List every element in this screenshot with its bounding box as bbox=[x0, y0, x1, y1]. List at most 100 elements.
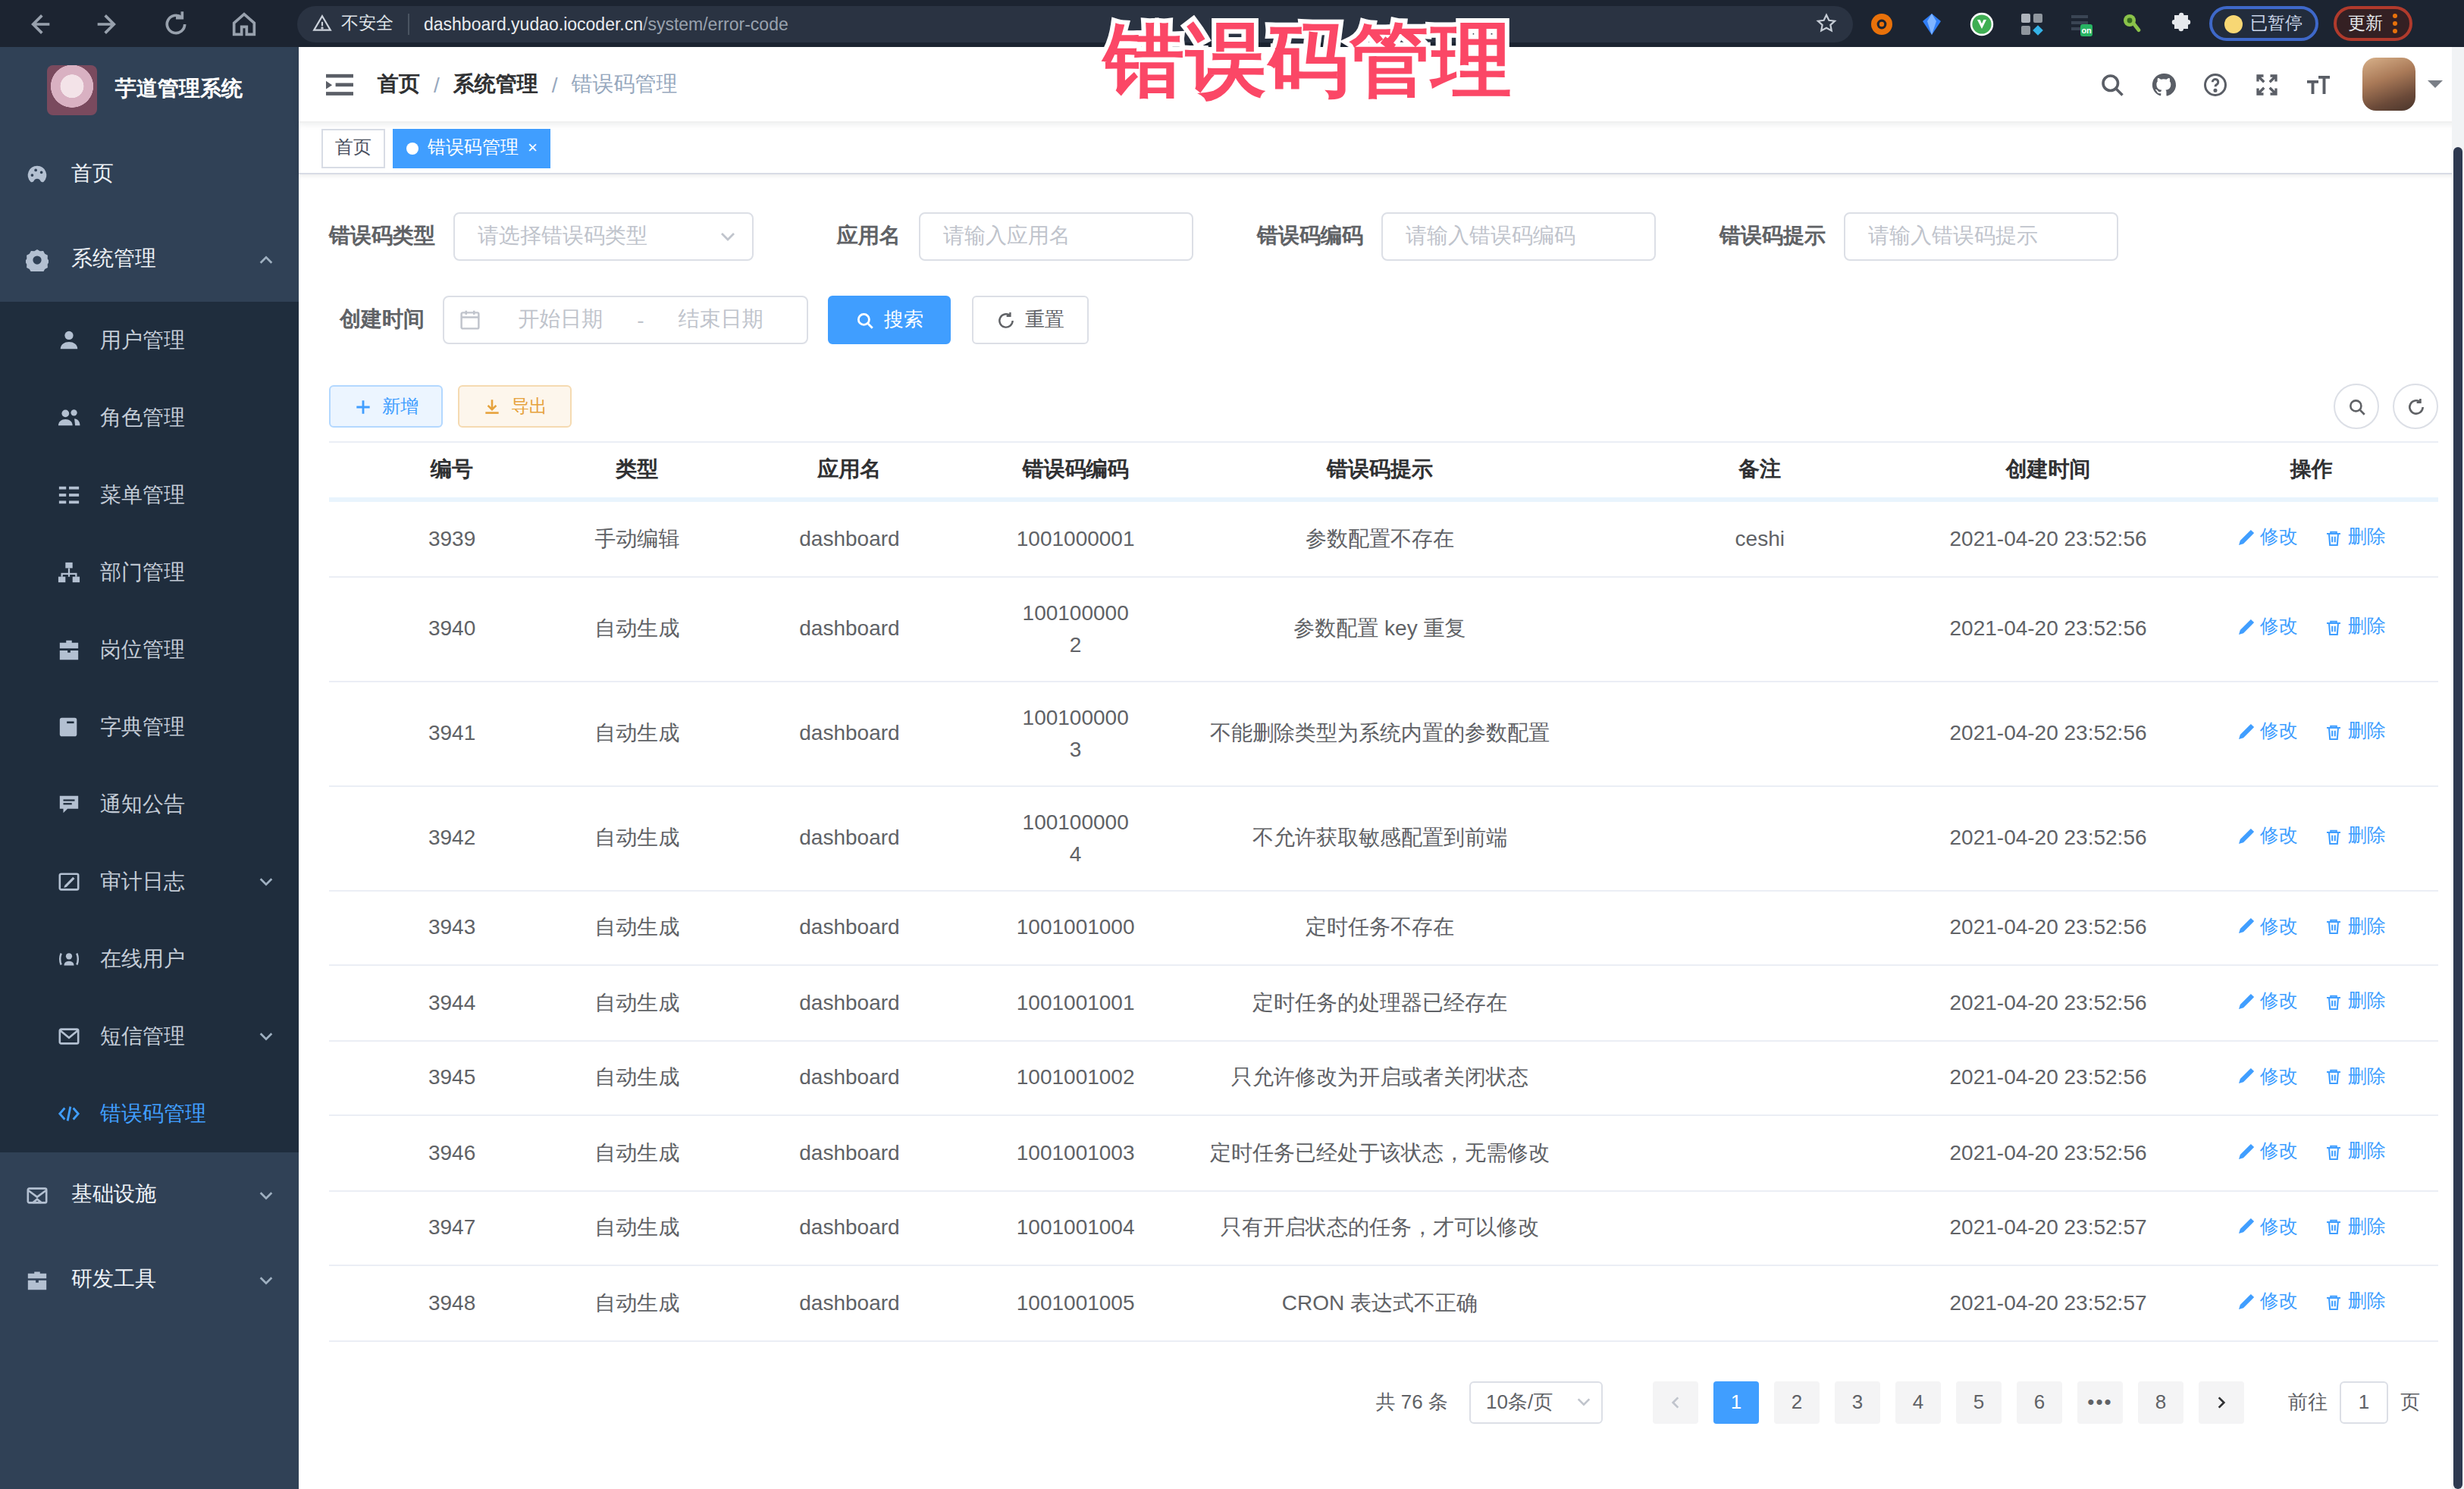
pagination-page-1[interactable]: 1 bbox=[1713, 1381, 1759, 1423]
sidebar-item-13[interactable]: 基础设施 bbox=[0, 1152, 299, 1237]
delete-link[interactable]: 删除 bbox=[2325, 821, 2386, 853]
delete-link[interactable]: 删除 bbox=[2325, 1211, 2386, 1243]
sidebar-item-12[interactable]: 错误码管理 bbox=[0, 1075, 299, 1152]
page-size-select[interactable]: 10条/页 bbox=[1469, 1381, 1603, 1423]
extension-grid-icon[interactable] bbox=[2020, 11, 2044, 36]
export-button[interactable]: 导出 bbox=[458, 385, 572, 428]
filter-type-label: 错误码类型 bbox=[329, 223, 453, 250]
delete-link[interactable]: 删除 bbox=[2325, 986, 2386, 1017]
reset-button[interactable]: 重置 bbox=[972, 296, 1089, 344]
filter-type-select[interactable]: 请选择错误码类型 bbox=[453, 212, 754, 261]
tag-home[interactable]: 首页 bbox=[321, 128, 385, 168]
edit-link[interactable]: 修改 bbox=[2237, 1211, 2298, 1243]
pagination-next[interactable] bbox=[2199, 1381, 2244, 1423]
delete-link[interactable]: 删除 bbox=[2325, 1286, 2386, 1318]
sidebar-item-11[interactable]: 短信管理 bbox=[0, 998, 299, 1075]
refresh-button[interactable] bbox=[2393, 384, 2438, 429]
scrollbar-thumb[interactable] bbox=[2453, 147, 2462, 1489]
tag-close-icon[interactable]: × bbox=[528, 139, 538, 156]
cell-type: 自动生成 bbox=[575, 1190, 699, 1265]
cell-app: dashboard bbox=[699, 576, 999, 681]
breadcrumb-home[interactable]: 首页 bbox=[378, 71, 420, 98]
extension-gem-icon[interactable] bbox=[1920, 11, 1944, 36]
pagination-page-2[interactable]: 2 bbox=[1774, 1381, 1820, 1423]
sidebar-item-3[interactable]: 角色管理 bbox=[0, 379, 299, 456]
filter-date-range[interactable]: 开始日期 - 结束日期 bbox=[443, 296, 808, 344]
extension-green-key-icon[interactable] bbox=[2120, 11, 2144, 36]
sidebar-item-14[interactable]: 研发工具 bbox=[0, 1237, 299, 1322]
sidebar-item-8[interactable]: 通知公告 bbox=[0, 766, 299, 843]
extension-orange-icon[interactable] bbox=[1870, 11, 1894, 36]
edit-link[interactable]: 修改 bbox=[2237, 1136, 2298, 1168]
sidebar-item-6[interactable]: 岗位管理 bbox=[0, 611, 299, 688]
pagination-page-4[interactable]: 4 bbox=[1895, 1381, 1941, 1423]
delete-link[interactable]: 删除 bbox=[2325, 522, 2386, 553]
header-search-icon[interactable] bbox=[2099, 71, 2126, 98]
sidebar-item-9[interactable]: 审计日志 bbox=[0, 843, 299, 920]
sidebar-item-1[interactable]: 系统管理 bbox=[0, 217, 299, 302]
sidebar-item-2[interactable]: 用户管理 bbox=[0, 302, 299, 379]
pagination-page-8[interactable]: 8 bbox=[2138, 1381, 2183, 1423]
browser-update-button[interactable]: 更新 bbox=[2333, 6, 2412, 41]
cell-actions: 修改删除 bbox=[2185, 500, 2438, 576]
sidebar-item-4[interactable]: 菜单管理 bbox=[0, 456, 299, 534]
cell-remark bbox=[1608, 1265, 1911, 1340]
sms-icon bbox=[58, 1025, 80, 1048]
edit-link[interactable]: 修改 bbox=[2237, 612, 2298, 644]
search-button[interactable]: 搜索 bbox=[828, 296, 951, 344]
edit-link[interactable]: 修改 bbox=[2237, 986, 2298, 1017]
user-avatar[interactable] bbox=[2362, 58, 2415, 111]
help-icon[interactable] bbox=[2202, 71, 2229, 98]
sidebar-item-10[interactable]: 在线用户 bbox=[0, 920, 299, 998]
sidebar-item-0[interactable]: 首页 bbox=[0, 132, 299, 217]
edit-link[interactable]: 修改 bbox=[2237, 716, 2298, 748]
pagination-prev[interactable] bbox=[1653, 1381, 1698, 1423]
bookmark-star-icon[interactable] bbox=[1815, 12, 1838, 35]
delete-link[interactable]: 删除 bbox=[2325, 1136, 2386, 1168]
extension-list-on-icon[interactable]: on bbox=[2070, 11, 2094, 36]
add-button[interactable]: 新增 bbox=[329, 385, 443, 428]
sidebar-logo[interactable]: 芋道管理系统 bbox=[0, 47, 299, 132]
page-scrollbar[interactable] bbox=[2452, 47, 2464, 1489]
browser-back-icon[interactable] bbox=[24, 8, 55, 39]
pagination-page-5[interactable]: 5 bbox=[1956, 1381, 2002, 1423]
show-search-button[interactable] bbox=[2334, 384, 2379, 429]
sidebar-item-7[interactable]: 字典管理 bbox=[0, 688, 299, 766]
edit-link[interactable]: 修改 bbox=[2237, 1061, 2298, 1092]
url-domain: dashboard.yudao.iocoder.cn bbox=[424, 14, 643, 33]
filter-code-label: 错误码编码 bbox=[1257, 223, 1381, 250]
screenshot-root: 不安全 dashboard.yudao.iocoder.cn /system/e… bbox=[0, 0, 2464, 1489]
fullscreen-icon[interactable] bbox=[2253, 71, 2281, 98]
browser-home-icon[interactable] bbox=[229, 8, 259, 39]
sidebar-item-5[interactable]: 部门管理 bbox=[0, 534, 299, 611]
filter-msg-input[interactable]: 请输入错误码提示 bbox=[1844, 212, 2118, 261]
pagination-more[interactable]: ••• bbox=[2077, 1381, 2123, 1423]
edit-link[interactable]: 修改 bbox=[2237, 911, 2298, 942]
sidebar-toggle-icon[interactable] bbox=[326, 72, 353, 96]
chevron-down-icon bbox=[258, 1186, 274, 1203]
extension-vue-devtools-icon[interactable] bbox=[1970, 11, 1994, 36]
extensions-puzzle-icon[interactable] bbox=[2170, 11, 2194, 36]
filter-code-input[interactable]: 请输入错误码编码 bbox=[1381, 212, 1656, 261]
breadcrumb-system[interactable]: 系统管理 bbox=[453, 71, 538, 98]
edit-link[interactable]: 修改 bbox=[2237, 1286, 2298, 1318]
edit-link[interactable]: 修改 bbox=[2237, 522, 2298, 553]
pagination-page-3[interactable]: 3 bbox=[1835, 1381, 1880, 1423]
pagination-page-6[interactable]: 6 bbox=[2017, 1381, 2062, 1423]
avatar-caret-icon[interactable] bbox=[2428, 80, 2443, 95]
goto-page-input[interactable]: 1 bbox=[2340, 1381, 2388, 1423]
tag-error-code[interactable]: 错误码管理 × bbox=[393, 128, 551, 168]
browser-address-bar[interactable]: 不安全 dashboard.yudao.iocoder.cn /system/e… bbox=[297, 5, 1853, 42]
edit-link[interactable]: 修改 bbox=[2237, 821, 2298, 853]
browser-reload-icon[interactable] bbox=[161, 8, 191, 39]
browser-menu-icon[interactable] bbox=[2392, 14, 2397, 33]
delete-link[interactable]: 删除 bbox=[2325, 1061, 2386, 1092]
font-size-icon[interactable] bbox=[2305, 71, 2332, 98]
filter-app-input[interactable]: 请输入应用名 bbox=[919, 212, 1193, 261]
delete-link[interactable]: 删除 bbox=[2325, 911, 2386, 942]
profile-paused-badge[interactable]: 已暂停 bbox=[2209, 6, 2318, 41]
delete-link[interactable]: 删除 bbox=[2325, 612, 2386, 644]
browser-forward-icon[interactable] bbox=[92, 8, 123, 39]
delete-link[interactable]: 删除 bbox=[2325, 716, 2386, 748]
github-icon[interactable] bbox=[2150, 71, 2177, 98]
